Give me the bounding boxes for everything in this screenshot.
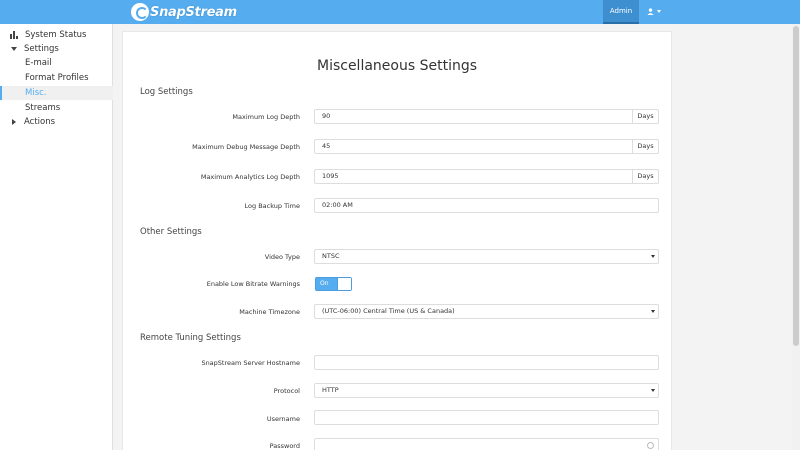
caret-down-icon <box>11 47 17 51</box>
bar-chart-icon <box>10 31 18 39</box>
video-type-select[interactable]: NTSC <box>314 249 659 264</box>
sidebar-item-settings[interactable]: Settings <box>0 42 113 56</box>
page-title: Miscellaneous Settings <box>316 58 478 74</box>
sidebar-item-misc[interactable]: Misc. <box>0 86 113 100</box>
max-log-depth-input[interactable]: 90 <box>314 109 632 124</box>
video-type-label: Video Type <box>264 253 300 261</box>
scrollbar-thumb[interactable] <box>793 26 799 346</box>
sidebar-item-email[interactable]: E-mail <box>0 56 113 70</box>
user-icon <box>647 8 654 15</box>
reveal-password-icon[interactable] <box>647 442 654 449</box>
max-debug-depth-unit: Days <box>632 139 659 154</box>
dropdown-caret-icon <box>651 310 655 313</box>
chevron-down-icon <box>656 10 661 13</box>
password-input[interactable] <box>314 438 659 450</box>
toggle-state: On <box>320 280 329 287</box>
sidebar-item-label: Actions <box>24 117 56 127</box>
section-heading-remote-tuning: Remote Tuning Settings <box>140 333 241 343</box>
max-log-depth-unit: Days <box>632 109 659 124</box>
username-label: Username <box>266 415 300 423</box>
max-debug-depth-label: Maximum Debug Message Depth <box>192 143 300 151</box>
low-bitrate-label: Enable Low Bitrate Warnings <box>206 280 300 288</box>
sidebar-item-format-profiles[interactable]: Format Profiles <box>0 71 113 85</box>
max-analytics-depth-input[interactable]: 1095 <box>314 169 632 184</box>
sidebar-item-label: System Status <box>25 30 87 40</box>
sidebar-item-label: Settings <box>24 44 59 54</box>
dropdown-caret-icon <box>651 389 655 392</box>
dropdown-caret-icon <box>651 255 655 258</box>
section-heading-log-settings: Log Settings <box>140 87 193 97</box>
timezone-select[interactable]: (UTC-06:00) Central Time (US & Canada) <box>314 304 659 319</box>
sidebar-item-system-status[interactable]: System Status <box>0 28 113 42</box>
password-label: Password <box>269 442 300 450</box>
max-analytics-depth-label: Maximum Analytics Log Depth <box>200 173 300 181</box>
log-backup-time-input[interactable]: 02:00 AM <box>314 198 659 213</box>
low-bitrate-toggle[interactable]: On <box>315 277 352 291</box>
log-backup-time-label: Log Backup Time <box>244 202 300 210</box>
top-navbar: SnapStream Admin <box>0 0 800 24</box>
video-type-value: NTSC <box>322 252 340 260</box>
sidebar: System Status Settings E-mail Format Pro… <box>0 24 113 450</box>
max-analytics-depth-unit: Days <box>632 169 659 184</box>
logo-icon <box>131 3 149 21</box>
sidebar-item-actions[interactable]: Actions <box>0 115 113 129</box>
toggle-knob <box>337 278 351 290</box>
protocol-label: Protocol <box>273 387 300 395</box>
timezone-value: (UTC-06:00) Central Time (US & Canada) <box>322 307 455 315</box>
admin-nav-link[interactable]: Admin <box>603 0 639 24</box>
user-menu-button[interactable] <box>640 0 668 24</box>
max-debug-depth-input[interactable]: 45 <box>314 139 632 154</box>
protocol-value: HTTP <box>322 386 339 394</box>
brand-logo[interactable]: SnapStream <box>131 3 237 21</box>
page-scrollbar[interactable] <box>792 24 800 450</box>
brand-name: SnapStream <box>150 4 237 20</box>
protocol-select[interactable]: HTTP <box>314 383 659 398</box>
section-heading-other-settings: Other Settings <box>140 227 202 237</box>
hostname-label: SnapStream Server Hostname <box>201 359 300 367</box>
hostname-input[interactable] <box>314 355 659 370</box>
caret-right-icon <box>12 119 16 125</box>
timezone-label: Machine Timezone <box>239 308 300 316</box>
max-log-depth-label: Maximum Log Depth <box>232 113 300 121</box>
sidebar-item-streams[interactable]: Streams <box>0 101 113 115</box>
username-input[interactable] <box>314 410 659 425</box>
